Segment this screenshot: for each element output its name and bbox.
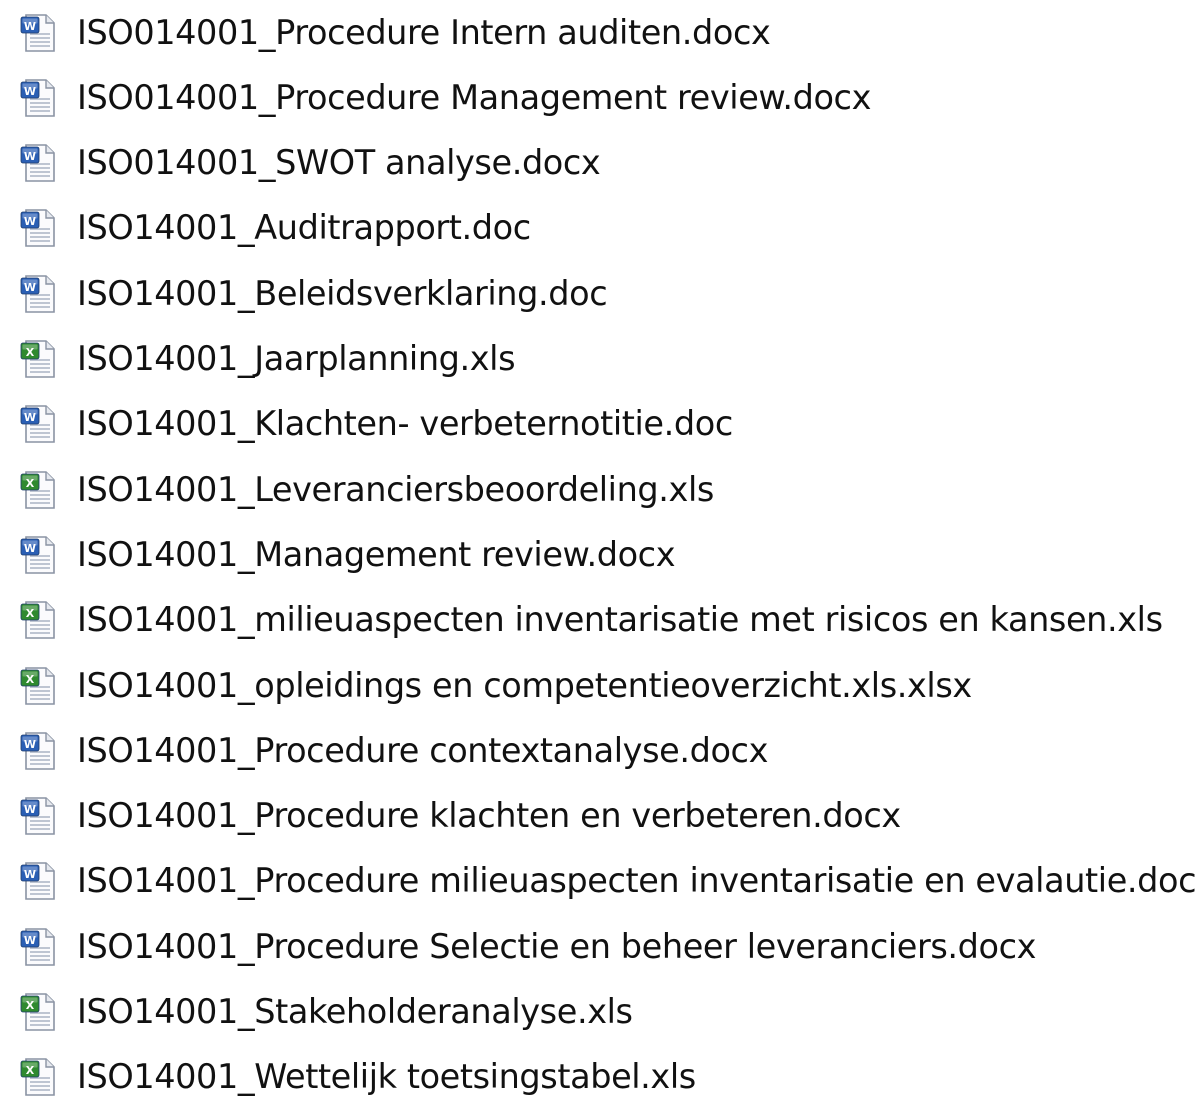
word-document-icon: W xyxy=(17,926,59,968)
svg-text:X: X xyxy=(26,607,35,620)
file-name: ISO14001_Wettelijk toetsingstabel.xls xyxy=(77,1057,696,1097)
svg-text:W: W xyxy=(24,934,36,947)
svg-text:X: X xyxy=(26,346,35,359)
svg-text:W: W xyxy=(24,85,36,98)
word-document-icon: W xyxy=(17,12,59,54)
file-item[interactable]: W ISO014001_SWOT analyse.docx xyxy=(0,131,1196,196)
svg-text:W: W xyxy=(24,150,36,163)
file-name: ISO14001_Procedure contextanalyse.docx xyxy=(77,730,768,770)
file-name: ISO14001_Procedure milieuaspecten invent… xyxy=(77,861,1196,901)
file-name: ISO14001_Jaarplanning.xls xyxy=(77,339,516,378)
svg-text:W: W xyxy=(24,803,36,816)
svg-text:X: X xyxy=(26,1064,35,1077)
file-name: ISO14001_Management review.docx xyxy=(77,534,676,574)
file-name: ISO14001_Leveranciersbeoordeling.xls xyxy=(77,469,714,509)
svg-text:W: W xyxy=(24,542,36,555)
word-document-icon: W xyxy=(17,273,59,315)
file-name: ISO014001_Procedure Management review.do… xyxy=(77,77,872,117)
word-document-icon: W xyxy=(17,403,59,445)
file-item[interactable]: X ISO14001_Wettelijk toetsingstabel.xls xyxy=(0,1045,1196,1110)
file-item[interactable]: W ISO14001_Procedure klachten en verbete… xyxy=(0,784,1196,849)
excel-spreadsheet-icon: X xyxy=(17,469,59,511)
file-name: ISO14001_Procedure Selectie en beheer le… xyxy=(77,926,1037,966)
file-name: ISO14001_milieuaspecten inventarisatie m… xyxy=(77,600,1163,640)
file-item[interactable]: X ISO14001_Leveranciersbeoordeling.xls xyxy=(0,457,1196,522)
file-item[interactable]: W ISO14001_Procedure Selectie en beheer … xyxy=(0,914,1196,979)
svg-text:W: W xyxy=(24,411,36,424)
svg-text:W: W xyxy=(24,20,36,33)
file-item[interactable]: W ISO14001_Auditrapport.doc xyxy=(0,196,1196,261)
excel-spreadsheet-icon: X xyxy=(17,665,59,707)
file-name: ISO14001_opleidings en competentieoverzi… xyxy=(77,665,972,705)
svg-text:X: X xyxy=(26,999,35,1012)
word-document-icon: W xyxy=(17,860,59,902)
file-item[interactable]: W ISO14001_Klachten- verbeternotitie.doc xyxy=(0,392,1196,457)
file-list: W ISO014001_Procedure Intern auditen.doc… xyxy=(0,0,1196,1096)
file-item[interactable]: W ISO14001_Procedure milieuaspecten inve… xyxy=(0,849,1196,914)
file-name: ISO14001_Auditrapport.doc xyxy=(77,208,531,248)
file-name: ISO014001_Procedure Intern auditen.docx xyxy=(77,12,771,52)
word-document-icon: W xyxy=(17,142,59,184)
word-document-icon: W xyxy=(17,207,59,249)
svg-text:W: W xyxy=(24,215,36,228)
svg-text:W: W xyxy=(24,868,36,881)
word-document-icon: W xyxy=(17,77,59,119)
file-name: ISO14001_Stakeholderanalyse.xls xyxy=(77,992,633,1031)
svg-text:W: W xyxy=(24,738,36,751)
file-item[interactable]: W ISO014001_Procedure Management review.… xyxy=(0,65,1196,130)
file-name: ISO014001_SWOT analyse.docx xyxy=(77,143,601,183)
excel-spreadsheet-icon: X xyxy=(17,991,59,1033)
file-name: ISO14001_Klachten- verbeternotitie.doc xyxy=(77,404,733,444)
file-item[interactable]: W ISO14001_Procedure contextanalyse.docx xyxy=(0,718,1196,783)
excel-spreadsheet-icon: X xyxy=(17,599,59,641)
svg-text:W: W xyxy=(24,281,36,294)
file-item[interactable]: X ISO14001_Stakeholderanalyse.xls xyxy=(0,980,1196,1045)
word-document-icon: W xyxy=(17,795,59,837)
file-item[interactable]: X ISO14001_opleidings en competentieover… xyxy=(0,653,1196,718)
file-name: ISO14001_Beleidsverklaring.doc xyxy=(77,273,608,313)
word-document-icon: W xyxy=(17,730,59,772)
svg-text:X: X xyxy=(26,477,35,490)
svg-text:X: X xyxy=(26,673,35,686)
file-item[interactable]: W ISO14001_Beleidsverklaring.doc xyxy=(0,261,1196,326)
file-name: ISO14001_Procedure klachten en verbetere… xyxy=(77,796,901,836)
excel-spreadsheet-icon: X xyxy=(17,1056,59,1098)
excel-spreadsheet-icon: X xyxy=(17,338,59,380)
file-item[interactable]: W ISO14001_Management review.docx xyxy=(0,522,1196,587)
file-item[interactable]: X ISO14001_Jaarplanning.xls xyxy=(0,327,1196,392)
word-document-icon: W xyxy=(17,534,59,576)
file-item[interactable]: W ISO014001_Procedure Intern auditen.doc… xyxy=(0,0,1196,65)
file-item[interactable]: X ISO14001_milieuaspecten inventarisatie… xyxy=(0,588,1196,653)
